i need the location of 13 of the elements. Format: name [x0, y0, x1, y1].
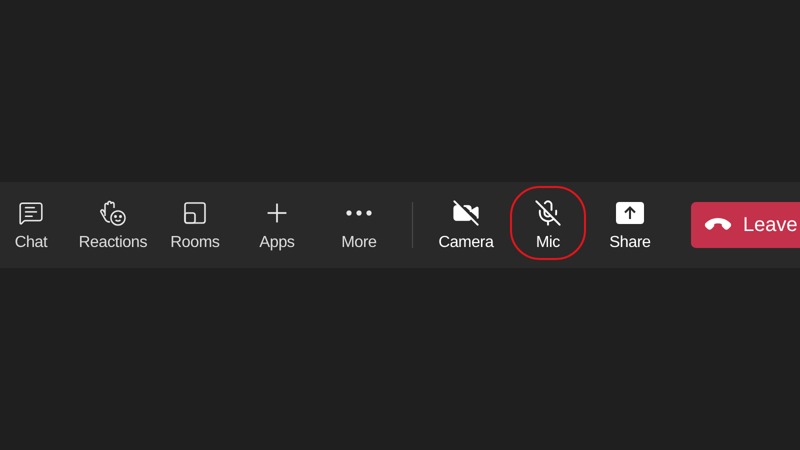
chat-icon	[18, 200, 44, 226]
toolbar-button[interactable]: Mic	[507, 190, 589, 260]
hand-smiley-icon	[98, 198, 128, 228]
toolbar-button[interactable]: Rooms	[154, 190, 236, 260]
toolbar-button[interactable]: Chat	[0, 190, 72, 260]
toolbar-button[interactable]: Camera	[425, 190, 507, 260]
toolbar-button[interactable]: More	[318, 190, 400, 260]
window-icon	[182, 200, 208, 226]
toolbar-button[interactable]: Apps	[236, 190, 318, 260]
toolbar-button[interactable]: Reactions	[72, 190, 154, 260]
toolbar-button[interactable]: Share	[589, 190, 671, 260]
leave-button[interactable]: Leave	[691, 202, 800, 248]
more-icon	[346, 210, 372, 216]
